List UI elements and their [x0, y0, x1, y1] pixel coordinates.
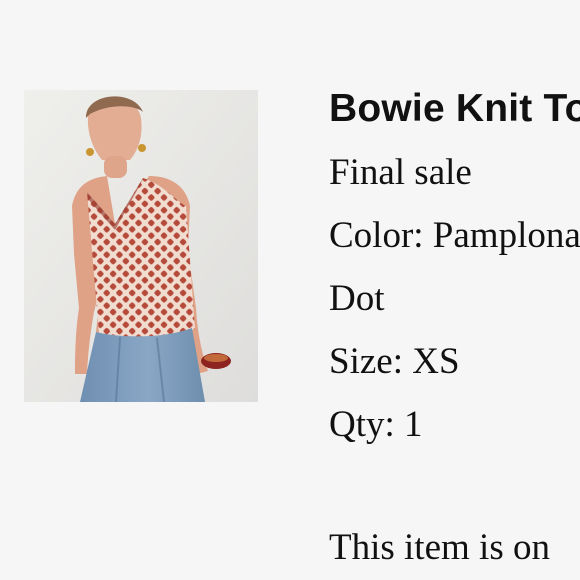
product-title: Bowie Knit Top	[329, 87, 580, 130]
quantity-value: Qty: 1	[329, 404, 423, 445]
size-value: Size: XS	[329, 341, 460, 382]
product-details: Bowie Knit Top Final sale Color: Pamplon…	[329, 84, 580, 579]
color-value: Color: Pamplona	[329, 215, 580, 256]
color-value-continued: Dot	[329, 278, 385, 319]
item-notice: This item is on	[329, 527, 550, 568]
product-photo-graphic	[24, 90, 258, 402]
product-image[interactable]	[24, 90, 258, 402]
final-sale-label: Final sale	[329, 152, 472, 193]
